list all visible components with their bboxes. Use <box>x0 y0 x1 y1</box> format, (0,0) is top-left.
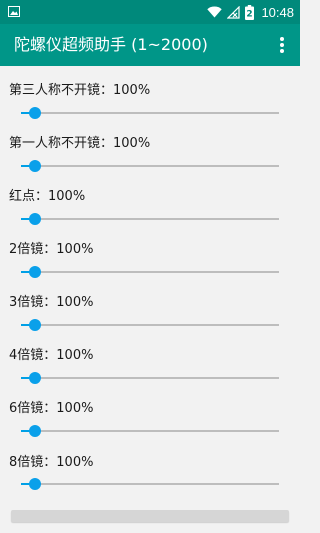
setting-label-red-dot: 红点：100% <box>9 189 86 204</box>
setting-label-4x-scope: 4倍镜：100% <box>9 348 94 363</box>
slider-thumb[interactable] <box>29 372 41 384</box>
slider-red-dot[interactable] <box>21 209 279 229</box>
slider-8x-scope[interactable] <box>21 474 279 494</box>
slider-thumb[interactable] <box>29 319 41 331</box>
status-time: 10:48 <box>261 4 294 20</box>
setting-label-3x-scope: 3倍镜：100% <box>9 295 94 310</box>
more-vertical-icon[interactable] <box>270 33 294 57</box>
wifi-icon <box>207 6 223 18</box>
slider-track <box>21 483 279 485</box>
slider-third-person[interactable] <box>21 103 279 123</box>
image-notification-icon <box>8 6 20 17</box>
slider-6x-scope[interactable] <box>21 421 279 441</box>
slider-track <box>21 112 279 114</box>
slider-3x-scope[interactable] <box>21 315 279 335</box>
slider-4x-scope[interactable] <box>21 368 279 388</box>
setting-label-first-person: 第一人称不开镜：100% <box>9 136 151 151</box>
slider-thumb[interactable] <box>29 425 41 437</box>
slider-track <box>21 271 279 273</box>
slider-2x-scope[interactable] <box>21 262 279 282</box>
battery-charging-icon: 2 <box>245 4 255 20</box>
slider-first-person[interactable] <box>21 156 279 176</box>
status-bar: 2 10:48 <box>0 0 300 24</box>
slider-track <box>21 430 279 432</box>
battery-level-text: 2 <box>247 9 253 19</box>
slider-track <box>21 218 279 220</box>
slider-thumb[interactable] <box>29 160 41 172</box>
setting-label-8x-scope: 8倍镜：100% <box>9 455 94 470</box>
slider-thumb[interactable] <box>29 266 41 278</box>
app-title: 陀螺仪超频助手 (1~2000) <box>14 35 208 54</box>
status-icons: 2 10:48 <box>207 3 294 21</box>
slider-thumb[interactable] <box>29 213 41 225</box>
setting-label-6x-scope: 6倍镜：100% <box>9 401 94 416</box>
slider-thumb[interactable] <box>29 107 41 119</box>
setting-label-2x-scope: 2倍镜：100% <box>9 242 94 257</box>
slider-track <box>21 324 279 326</box>
slider-track <box>21 165 279 167</box>
slider-thumb[interactable] <box>29 478 41 490</box>
app-bar: 陀螺仪超频助手 (1~2000) <box>0 24 300 66</box>
slider-track <box>21 377 279 379</box>
no-signal-icon <box>227 5 241 19</box>
apply-button[interactable] <box>11 510 289 522</box>
setting-label-third-person: 第三人称不开镜：100% <box>9 83 151 98</box>
